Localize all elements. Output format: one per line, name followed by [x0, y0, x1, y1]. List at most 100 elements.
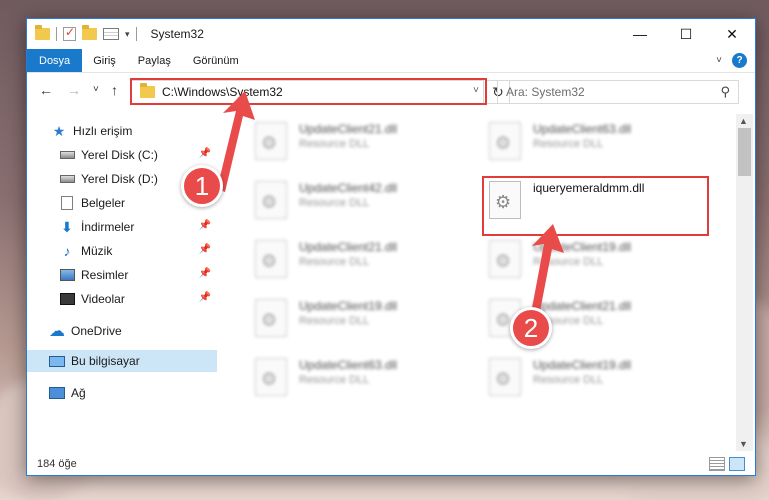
dll-file-icon: ⚙: [255, 240, 287, 278]
sidebar-item-quick-access[interactable]: ★ Hızlı erişim: [27, 120, 217, 142]
customize-toolbar-chevron-icon[interactable]: ▾: [125, 29, 130, 40]
pin-icon: 📌: [198, 244, 211, 255]
file-name: UpdateClient21.dll: [533, 299, 632, 313]
close-button[interactable]: ✕: [709, 19, 755, 49]
sidebar-item-label: Yerel Disk (D:): [81, 172, 158, 186]
ribbon-right-controls: ˅ ?: [716, 53, 747, 68]
sidebar-item-local-disk-c[interactable]: Yerel Disk (C:) 📌: [27, 144, 217, 166]
pin-icon: 📌: [198, 220, 211, 231]
sidebar-item-pictures[interactable]: Resimler 📌: [27, 264, 217, 286]
item-count: 184 öğe: [37, 458, 77, 470]
sidebar-item-label: Müzik: [81, 244, 113, 258]
quick-access-toolbar: ▾ System32: [27, 19, 204, 49]
folder-icon[interactable]: [35, 25, 50, 40]
downloads-icon: ⬇: [61, 218, 73, 235]
disk-icon: [59, 172, 75, 186]
file-name: UpdateClient19.dll: [533, 358, 632, 372]
pin-icon: 📌: [198, 292, 211, 303]
file-name: UpdateClient63.dll: [533, 122, 632, 136]
file-name: UpdateClient21.dll: [299, 122, 398, 136]
scroll-thumb[interactable]: [738, 128, 751, 176]
recent-locations-button[interactable]: ˅: [93, 84, 99, 95]
list-item[interactable]: ⚙ UpdateClient21.dll Resource DLL: [249, 234, 479, 286]
list-item[interactable]: ⚙ UpdateClient19.dll Resource DLL: [483, 352, 713, 404]
dll-file-icon: ⚙: [255, 299, 287, 337]
tiles-view-icon[interactable]: [729, 457, 745, 471]
help-icon[interactable]: ?: [732, 53, 747, 68]
list-item[interactable]: ⚙ UpdateClient19.dll Resource DLL: [483, 234, 713, 286]
file-type: Resource DLL: [533, 374, 604, 386]
step-2-badge: 2: [510, 307, 552, 349]
dll-file-icon: ⚙: [489, 181, 521, 219]
title-bar: ▾ System32 — ☐ ✕: [27, 19, 755, 49]
step-1-badge: 1: [181, 165, 223, 207]
new-folder-icon[interactable]: [82, 25, 97, 40]
file-name: UpdateClient19.dll: [299, 299, 398, 313]
videos-icon: [59, 292, 75, 306]
sidebar-item-label: Yerel Disk (C:): [81, 148, 158, 162]
forward-button[interactable]: →: [67, 82, 81, 98]
view-mode-buttons: [709, 457, 745, 471]
file-list: ⚙ UpdateClient21.dll Resource DLL ⚙ Upda…: [239, 114, 735, 451]
list-item[interactable]: ⚙ UpdateClient63.dll Resource DLL: [249, 352, 479, 404]
dll-file-icon: ⚙: [489, 240, 521, 278]
sidebar-item-videos[interactable]: Videolar 📌: [27, 288, 217, 310]
dll-file-icon: ⚙: [255, 122, 287, 160]
file-type: Resource DLL: [533, 138, 604, 150]
sidebar-item-music[interactable]: ♪ Müzik 📌: [27, 240, 217, 262]
file-type: Resource DLL: [299, 138, 370, 150]
list-item[interactable]: ⚙ UpdateClient63.dll Resource DLL: [483, 116, 713, 168]
up-button[interactable]: ↑: [111, 82, 118, 98]
onedrive-icon: ☁: [49, 323, 65, 340]
properties-check-icon[interactable]: [63, 25, 76, 41]
sidebar-item-label: Ağ: [71, 386, 86, 400]
disk-icon: [59, 148, 75, 162]
expand-ribbon-chevron-icon[interactable]: ˅: [716, 55, 722, 66]
window-controls: — ☐ ✕: [617, 19, 755, 49]
file-name: UpdateClient19.dll: [533, 240, 632, 254]
file-type: Resource DLL: [533, 256, 604, 268]
sidebar-item-label: Resimler: [81, 268, 129, 282]
sidebar-item-onedrive[interactable]: ☁ OneDrive: [27, 320, 217, 342]
sidebar-item-label: Hızlı erişim: [73, 124, 133, 138]
pc-icon: [49, 354, 65, 368]
network-icon: [49, 386, 65, 400]
scroll-down-arrow-icon[interactable]: ▼: [739, 439, 748, 449]
file-type: Resource DLL: [299, 197, 370, 209]
back-button[interactable]: ←: [39, 82, 53, 98]
file-type: Resource DLL: [299, 374, 370, 386]
search-input[interactable]: Ara: System32 ⚲: [497, 80, 739, 104]
navigation-pane: ★ Hızlı erişim Yerel Disk (C:) 📌 Yerel D…: [27, 114, 219, 449]
list-item-target-dll[interactable]: ⚙ iqueryemeraldmm.dll: [483, 175, 713, 227]
search-icon[interactable]: ⚲: [720, 84, 730, 100]
status-bar: 184 öğe: [27, 453, 755, 475]
minimize-button[interactable]: —: [617, 19, 663, 49]
tab-gorunum[interactable]: Görünüm: [182, 49, 250, 72]
window-title: System32: [150, 27, 204, 41]
star-icon: ★: [52, 122, 66, 139]
tab-giris[interactable]: Giriş: [82, 49, 127, 72]
dll-file-icon: ⚙: [255, 181, 287, 219]
ribbon-tabs: Dosya Giriş Paylaş Görünüm ˅ ?: [27, 49, 755, 73]
sidebar-item-this-pc[interactable]: Bu bilgisayar: [27, 350, 217, 372]
dll-file-icon: ⚙: [255, 358, 287, 396]
sidebar-item-label: Videolar: [81, 292, 125, 306]
tab-dosya[interactable]: Dosya: [27, 49, 83, 72]
list-item[interactable]: ⚙ UpdateClient19.dll Resource DLL: [249, 293, 479, 345]
details-view-icon[interactable]: [709, 457, 725, 471]
tab-paylas[interactable]: Paylaş: [127, 49, 182, 72]
file-type: Resource DLL: [299, 315, 370, 327]
pictures-icon: [59, 268, 75, 282]
list-item[interactable]: ⚙ UpdateClient42.dll Resource DLL: [249, 175, 479, 227]
sidebar-item-network[interactable]: Ağ: [27, 382, 217, 404]
maximize-button[interactable]: ☐: [663, 19, 709, 49]
vertical-scrollbar[interactable]: ▲ ▼: [736, 114, 753, 451]
list-item[interactable]: ⚙ UpdateClient21.dll Resource DLL: [249, 116, 479, 168]
search-placeholder: Ara: System32: [506, 85, 585, 99]
scroll-up-arrow-icon[interactable]: ▲: [739, 116, 748, 126]
properties-list-icon[interactable]: [103, 28, 119, 40]
sidebar-item-label: OneDrive: [71, 324, 122, 338]
sidebar-item-downloads[interactable]: ⬇ İndirmeler 📌: [27, 216, 217, 238]
address-bar-highlight: [130, 78, 487, 105]
sidebar-item-label: İndirmeler: [81, 220, 135, 234]
